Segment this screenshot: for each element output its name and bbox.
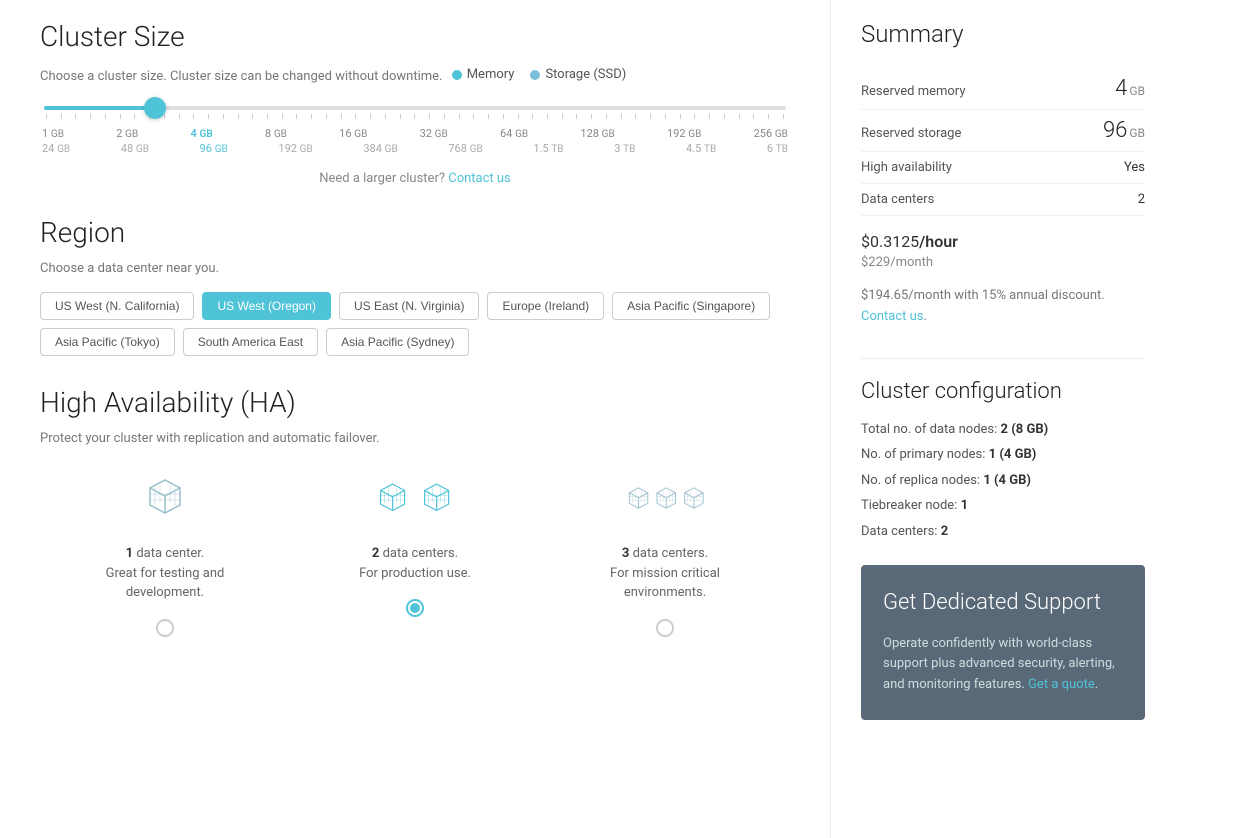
sidebar: Summary Reserved memory 4GB Reserved sto… xyxy=(830,0,1175,838)
region-options: US West (N. California) US West (Oregon)… xyxy=(40,292,790,356)
pricing-section: $0.3125/hour $229/month $194.65/month wi… xyxy=(861,232,1145,328)
cluster-size-slider[interactable] xyxy=(40,106,790,119)
region-btn-asia-pacific-tokyo[interactable]: Asia Pacific (Tokyo) xyxy=(40,328,175,356)
region-section: Region Choose a data center near you. US… xyxy=(40,216,790,356)
ha-radio-one-dc[interactable] xyxy=(156,619,174,637)
ha-title: High Availability (HA) xyxy=(40,386,790,419)
summary-row-dc: Data centers 2 xyxy=(861,184,1145,216)
summary-row-storage: Reserved storage 96GB xyxy=(861,110,1145,152)
summary-memory-label: Reserved memory xyxy=(861,84,965,99)
summary-dc-label: Data centers xyxy=(861,192,934,207)
cluster-size-subtitle: Choose a cluster size. Cluster size can … xyxy=(40,65,790,86)
contact-us-link-cluster[interactable]: Contact us xyxy=(448,171,511,186)
summary-row-ha: High availability Yes xyxy=(861,152,1145,184)
memory-legend-label: Memory xyxy=(467,65,515,85)
region-btn-us-west-oregon[interactable]: US West (Oregon) xyxy=(202,292,330,320)
ha-option-one-dc[interactable]: 1 data center. Great for testing anddeve… xyxy=(40,470,290,637)
ha-radio-three-dc[interactable] xyxy=(656,619,674,637)
config-primary-nodes: No. of primary nodes: 1 (4 GB) xyxy=(861,445,1145,465)
price-hourly: $0.3125/hour xyxy=(861,232,1145,251)
summary-ha-value: Yes xyxy=(1124,160,1145,175)
region-btn-europe-ireland[interactable]: Europe (Ireland) xyxy=(487,292,604,320)
ha-one-dc-text: 1 data center. Great for testing anddeve… xyxy=(106,544,225,603)
larger-cluster-text: Need a larger cluster? Contact us xyxy=(40,171,790,186)
slider-fill xyxy=(44,106,155,110)
storage-legend-label: Storage (SSD) xyxy=(545,65,626,85)
dedicated-support-desc: Operate confidently with world-class sup… xyxy=(883,634,1123,696)
config-data-centers: Data centers: 2 xyxy=(861,522,1145,542)
summary-title: Summary xyxy=(861,20,1145,48)
config-total-nodes: Total no. of data nodes: 2 (8 GB) xyxy=(861,420,1145,440)
ha-option-three-dc[interactable]: 3 data centers. For mission criticalenvi… xyxy=(540,470,790,637)
ha-options-container: 1 data center. Great for testing anddeve… xyxy=(40,470,790,637)
summary-section: Summary Reserved memory 4GB Reserved sto… xyxy=(861,20,1145,328)
memory-legend-dot xyxy=(452,70,462,80)
cluster-config-section: Cluster configuration Total no. of data … xyxy=(861,358,1145,542)
cluster-config-title: Cluster configuration xyxy=(861,379,1145,404)
ha-radio-two-dc[interactable] xyxy=(406,599,424,617)
price-discount: $194.65/month with 15% annual discount. … xyxy=(861,286,1145,328)
cluster-size-section: Cluster Size Choose a cluster size. Clus… xyxy=(40,20,790,186)
high-availability-section: High Availability (HA) Protect your clus… xyxy=(40,386,790,637)
storage-legend-dot xyxy=(530,70,540,80)
region-btn-asia-pacific-singapore[interactable]: Asia Pacific (Singapore) xyxy=(612,292,770,320)
ha-icon-one-dc xyxy=(125,470,205,530)
ha-icon-three-dc xyxy=(625,470,705,530)
dedicated-support-title: Get Dedicated Support xyxy=(883,589,1123,618)
summary-memory-value: 4GB xyxy=(1115,76,1145,101)
region-title: Region xyxy=(40,216,790,249)
region-btn-south-america-east[interactable]: South America East xyxy=(183,328,318,356)
ha-description: Protect your cluster with replication an… xyxy=(40,431,790,446)
summary-dc-value: 2 xyxy=(1138,192,1145,207)
slider-track xyxy=(44,106,786,110)
region-btn-us-east-n-virginia[interactable]: US East (N. Virginia) xyxy=(339,292,479,320)
region-description: Choose a data center near you. xyxy=(40,261,790,276)
contact-us-link-discount[interactable]: Contact us xyxy=(861,309,924,324)
cluster-size-title: Cluster Size xyxy=(40,20,790,53)
region-btn-asia-pacific-sydney[interactable]: Asia Pacific (Sydney) xyxy=(326,328,469,356)
get-a-quote-link[interactable]: Get a quote xyxy=(1028,677,1095,692)
slider-thumb[interactable] xyxy=(144,97,166,119)
ha-option-two-dc[interactable]: 2 data centers. For production use. xyxy=(290,470,540,637)
config-replica-nodes: No. of replica nodes: 1 (4 GB) xyxy=(861,471,1145,491)
summary-ha-label: High availability xyxy=(861,160,952,175)
summary-row-memory: Reserved memory 4GB xyxy=(861,68,1145,110)
config-tiebreaker: Tiebreaker node: 1 xyxy=(861,496,1145,516)
price-monthly: $229/month xyxy=(861,255,1145,270)
region-btn-us-west-n-california[interactable]: US West (N. California) xyxy=(40,292,194,320)
ha-three-dc-text: 3 data centers. For mission criticalenvi… xyxy=(610,544,720,603)
ha-icon-two-dc xyxy=(375,470,455,530)
dedicated-support-section: Get Dedicated Support Operate confidentl… xyxy=(861,565,1145,720)
summary-storage-value: 96GB xyxy=(1103,118,1145,143)
summary-storage-label: Reserved storage xyxy=(861,126,961,141)
ha-two-dc-text: 2 data centers. For production use. xyxy=(359,544,471,583)
